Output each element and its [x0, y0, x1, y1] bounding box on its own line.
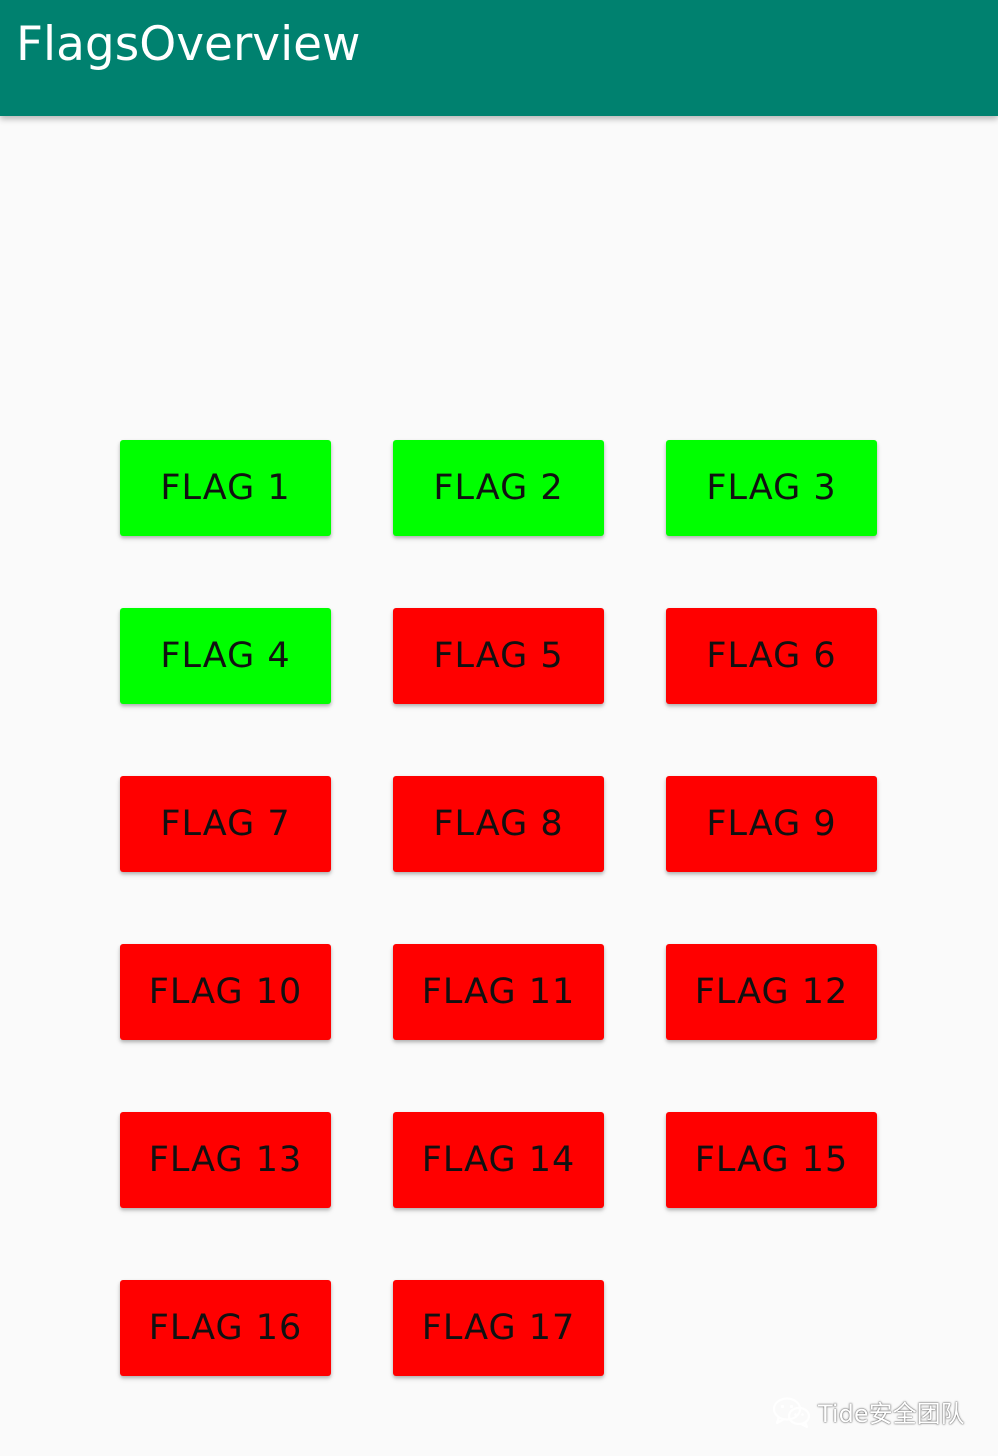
flag-2-button[interactable]: FLAG 2	[393, 440, 604, 536]
flag-10-button[interactable]: FLAG 10	[120, 944, 331, 1040]
flag-9-button[interactable]: FLAG 9	[666, 776, 877, 872]
watermark: Tide安全团队	[772, 1394, 965, 1429]
flag-3-button[interactable]: FLAG 3	[666, 440, 877, 536]
wechat-icon	[772, 1396, 812, 1428]
flag-13-button[interactable]: FLAG 13	[120, 1112, 331, 1208]
app-title: FlagsOverview	[16, 17, 361, 72]
flag-6-button[interactable]: FLAG 6	[666, 608, 877, 704]
flag-1-button[interactable]: FLAG 1	[120, 440, 331, 536]
flag-12-button[interactable]: FLAG 12	[666, 944, 877, 1040]
flag-7-button[interactable]: FLAG 7	[120, 776, 331, 872]
flag-15-button[interactable]: FLAG 15	[666, 1112, 877, 1208]
flag-grid: FLAG 1 FLAG 2 FLAG 3 FLAG 4 FLAG 5 FLAG …	[120, 440, 877, 1376]
flag-5-button[interactable]: FLAG 5	[393, 608, 604, 704]
watermark-text: Tide安全团队	[818, 1400, 965, 1428]
app-bar: FlagsOverview	[0, 0, 998, 116]
flag-14-button[interactable]: FLAG 14	[393, 1112, 604, 1208]
flag-17-button[interactable]: FLAG 17	[393, 1280, 604, 1376]
flag-11-button[interactable]: FLAG 11	[393, 944, 604, 1040]
flag-8-button[interactable]: FLAG 8	[393, 776, 604, 872]
flag-16-button[interactable]: FLAG 16	[120, 1280, 331, 1376]
flag-4-button[interactable]: FLAG 4	[120, 608, 331, 704]
